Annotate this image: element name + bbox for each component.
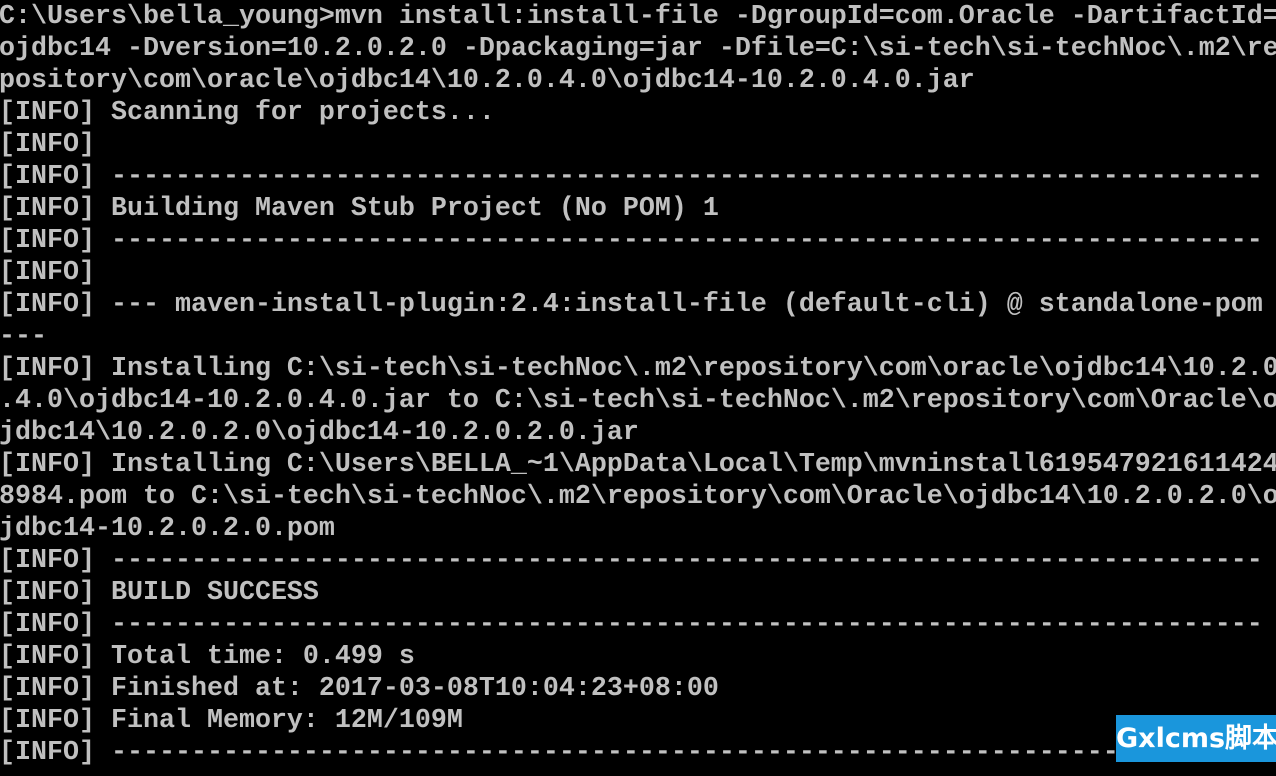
console-line: ojdbc14 -Dversion=10.2.0.2.0 -Dpackaging… [0,34,1276,64]
console-line: [INFO] Installing C:\Users\BELLA_~1\AppD… [0,450,1276,480]
console-line: [INFO] ---------------------------------… [0,610,1263,640]
console-line: [INFO] ---------------------------------… [0,546,1263,576]
console-line: jdbc14\10.2.0.2.0\ojdbc14-10.2.0.2.0.jar [0,418,639,448]
console-line: 8984.pom to C:\si-tech\si-techNoc\.m2\re… [0,482,1276,512]
console-line: [INFO] [0,130,95,160]
console-line: [INFO] Final Memory: 12M/109M [0,706,463,736]
console-line: [INFO] Total time: 0.499 s [0,642,415,672]
console-line: pository\com\oracle\ojdbc14\10.2.0.4.0\o… [0,66,975,96]
watermark-logo: Gxlcms脚本 [1116,715,1276,762]
console-line: [INFO] Building Maven Stub Project (No P… [0,194,719,224]
console-line: [INFO] BUILD SUCCESS [0,578,319,608]
console-line: jdbc14-10.2.0.2.0.pom [0,514,335,544]
console-line: .4.0\ojdbc14-10.2.0.4.0.jar to C:\si-tec… [0,386,1276,416]
console-line: [INFO] ---------------------------------… [0,226,1263,256]
console-output: C:\Users\bella_young>mvn install:install… [0,0,1276,769]
console-line: [INFO] Scanning for projects... [0,98,495,128]
console-line: [INFO] [0,258,95,288]
console-line: [INFO] Finished at: 2017-03-08T10:04:23+… [0,674,719,704]
console-line: [INFO] --- maven-install-plugin:2.4:inst… [0,290,1263,320]
console-line: [INFO] ---------------------------------… [0,162,1263,192]
console-line: --- [0,322,47,352]
console-line: C:\Users\bella_young>mvn install:install… [0,2,1276,32]
console-line: [INFO] ---------------------------------… [0,738,1263,768]
console-line: [INFO] Installing C:\si-tech\si-techNoc\… [0,354,1276,384]
